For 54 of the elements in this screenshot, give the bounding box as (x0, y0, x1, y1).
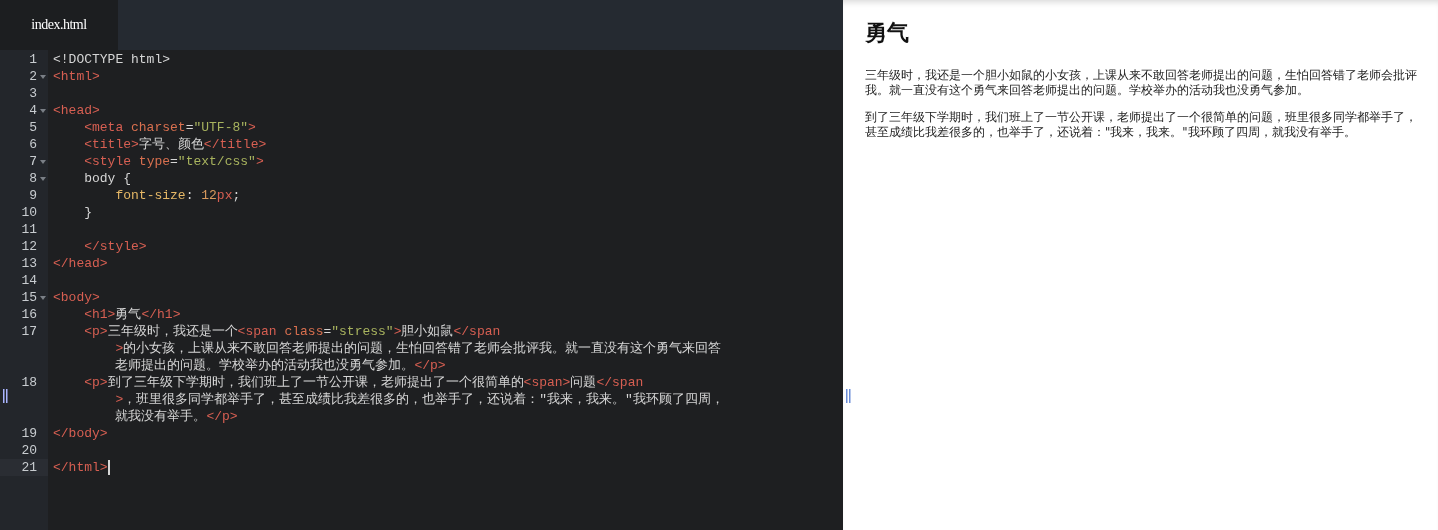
code-line: <h1>勇气</h1> (83, 306, 181, 323)
code-line: <body> (53, 289, 100, 306)
code-line: } (83, 204, 92, 221)
code-line: <html> (53, 68, 100, 85)
page-heading: 勇气 (865, 19, 909, 47)
code-line: <meta charset="UTF-8"> (83, 119, 256, 136)
line-number: 17 (21, 323, 38, 340)
code-line: font-size: 12px; (114, 187, 241, 204)
line-number: 1 (29, 51, 38, 68)
line-number: 6 (29, 136, 38, 153)
text-cursor (107, 460, 110, 475)
line-number: 16 (21, 306, 38, 323)
code-line: >的小女孩，上课从来不敢回答老师提出的问题，生怕回答错了老师会批评我。就一直没有这个勇气来回答 (114, 340, 722, 357)
code-line: <title>字号、颜色</title> (83, 136, 267, 153)
resize-handle-icon[interactable] (846, 389, 851, 403)
code-line: <head> (53, 102, 100, 119)
line-number: 5 (29, 119, 38, 136)
code-line: 老师提出的问题。学校举办的活动我也没勇气参加。</p> (114, 357, 446, 374)
resize-handle-icon[interactable] (3, 389, 8, 403)
code-line: <p>到了三年级下学期时，我们班上了一节公开课，老师提出了一个很简单的<span>问题</span (83, 374, 644, 391)
code-line: </body> (53, 425, 108, 442)
fold-arrow-icon[interactable] (40, 159, 46, 164)
fold-arrow-icon[interactable] (40, 74, 46, 79)
code-line: <style type="text/css"> (83, 153, 264, 170)
code-line: </style> (83, 238, 147, 255)
line-number: 15 (21, 289, 38, 306)
line-number: 20 (21, 442, 38, 459)
code-line: </html> (53, 459, 108, 476)
code-line: 就我没有举手。</p> (114, 408, 238, 425)
code-line: <p>三年级时，我还是一个<span class="stress">胆小如鼠</span (83, 323, 501, 340)
line-number: 7 (29, 153, 38, 170)
code-line: </head> (53, 255, 108, 272)
code-line: >，班里很多同学都举手了，甚至成绩比我差很多的，也举手了，还说着："我来，我来。"我环顾了四周， (114, 391, 724, 408)
line-number: 8 (29, 170, 38, 187)
line-number: 2 (29, 68, 38, 85)
line-number: 9 (29, 187, 38, 204)
paragraph: 三年级时，我还是一个胆小如鼠的小女孩，上课从来不敢回答老师提出的问题，生怕回答错了老师会批评我。就一直没有这个勇气来回答老师提出的问题。学校举办的活动我也没勇气参加。 (865, 68, 1418, 98)
line-number: 18 (21, 374, 38, 391)
line-number: 11 (21, 221, 38, 238)
code-line: <!DOCTYPE html> (53, 51, 171, 68)
code-line: body { (83, 170, 131, 187)
line-number: 13 (21, 255, 38, 272)
line-number: 12 (21, 238, 38, 255)
line-number: 4 (29, 102, 38, 119)
fold-arrow-icon[interactable] (40, 295, 46, 300)
line-number: 21 (21, 459, 38, 476)
paragraph: 到了三年级下学期时，我们班上了一节公开课，老师提出了一个很简单的问题，班里很多同学都举手了，甚至成绩比我差很多的，也举手了，还说着："我来，我来。"我环顾了四周，就我没有举手。 (865, 110, 1418, 140)
file-tab[interactable]: index.html (0, 0, 118, 50)
line-number: 14 (21, 272, 38, 289)
fold-arrow-icon[interactable] (40, 108, 46, 113)
fold-arrow-icon[interactable] (40, 176, 46, 181)
line-number: 3 (29, 85, 38, 102)
line-number: 10 (21, 204, 38, 221)
line-number: 19 (21, 425, 38, 442)
